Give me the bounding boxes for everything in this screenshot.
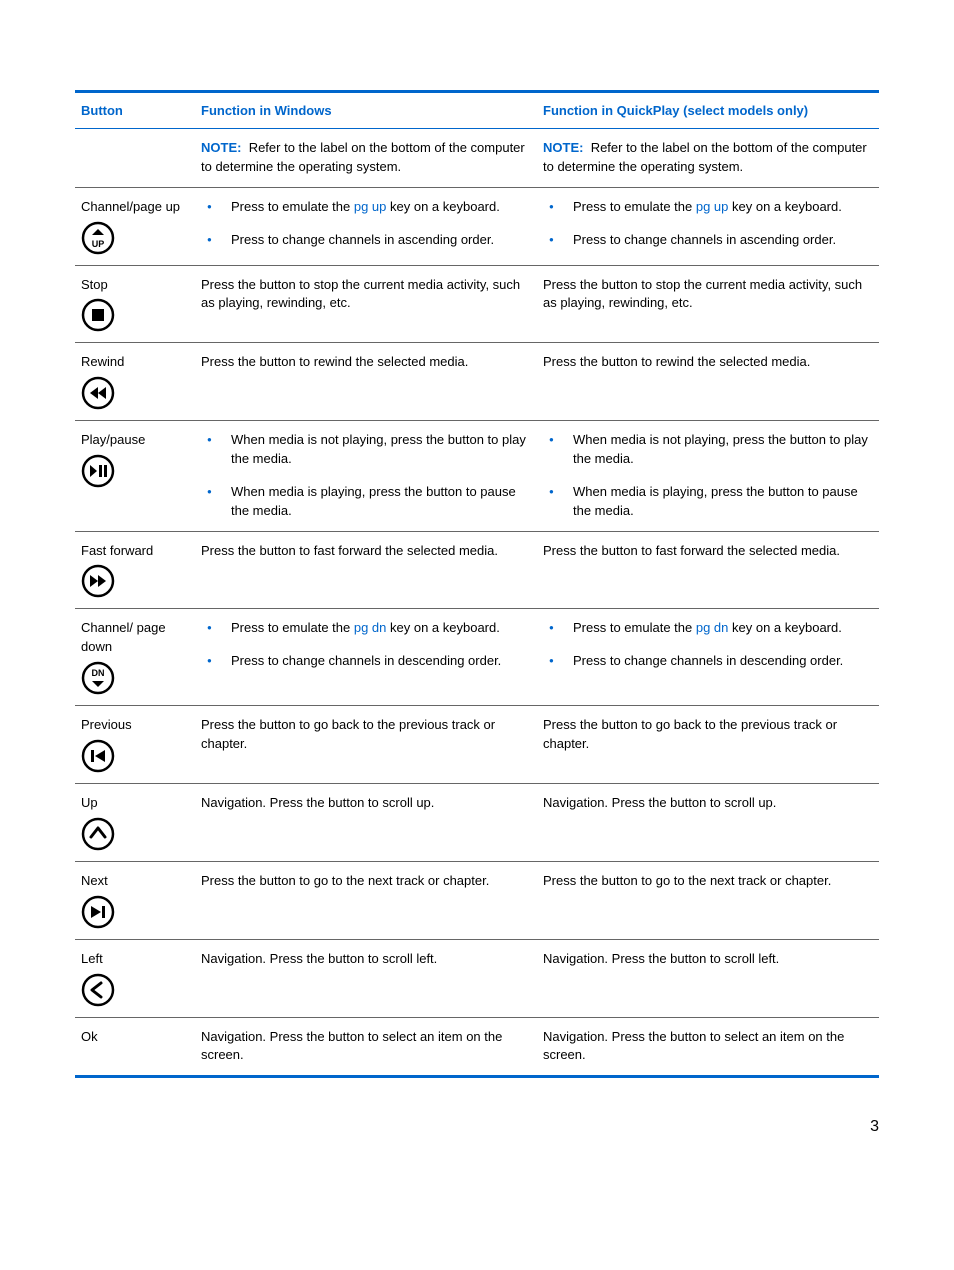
bullet-item: Press to change channels in descending o… bbox=[543, 652, 873, 671]
note-label: NOTE: bbox=[201, 140, 241, 155]
row-ok: Ok Navigation. Press the button to selec… bbox=[75, 1017, 879, 1077]
bullet-item: When media is playing, press the button … bbox=[543, 483, 873, 521]
header-windows: Function in Windows bbox=[195, 92, 537, 129]
channel-down-icon: DN bbox=[81, 661, 189, 695]
note-text: Refer to the label on the bottom of the … bbox=[201, 140, 525, 174]
cell-text: Press the button to rewind the selected … bbox=[195, 343, 537, 421]
button-label: Up bbox=[81, 794, 189, 813]
bullet-item: Press to emulate the pg dn key on a keyb… bbox=[543, 619, 873, 638]
bullet-item: When media is not playing, press the but… bbox=[201, 431, 531, 469]
bullet-item: When media is playing, press the button … bbox=[201, 483, 531, 521]
stop-icon bbox=[81, 298, 189, 332]
row-left: Left Navigation. Press the button to scr… bbox=[75, 939, 879, 1017]
header-button: Button bbox=[75, 92, 195, 129]
play-pause-icon bbox=[81, 454, 189, 488]
button-label: Play/pause bbox=[81, 431, 189, 450]
row-channel-down: Channel/ page down DN Press to emulate t… bbox=[75, 609, 879, 706]
button-label: Previous bbox=[81, 716, 189, 735]
bullet-item: Press to emulate the pg up key on a keyb… bbox=[543, 198, 873, 217]
cell-text: Press the button to go back to the previ… bbox=[195, 706, 537, 784]
cell-text: Press the button to stop the current med… bbox=[195, 265, 537, 343]
bullet-item: Press to emulate the pg dn key on a keyb… bbox=[201, 619, 531, 638]
cell-text: Navigation. Press the button to scroll u… bbox=[537, 783, 879, 861]
row-stop: Stop Press the button to stop the curren… bbox=[75, 265, 879, 343]
row-play-pause: Play/pause When media is not playing, pr… bbox=[75, 421, 879, 531]
row-previous: Previous Press the button to go back to … bbox=[75, 706, 879, 784]
fast-forward-icon bbox=[81, 564, 189, 598]
row-next: Next Press the button to go to the next … bbox=[75, 861, 879, 939]
svg-text:DN: DN bbox=[92, 668, 105, 678]
cell-text: Press the button to go back to the previ… bbox=[537, 706, 879, 784]
page-number: 3 bbox=[75, 1118, 879, 1136]
page-container: Button Function in Windows Function in Q… bbox=[0, 0, 954, 1176]
cell-text: Press the button to rewind the selected … bbox=[537, 343, 879, 421]
button-label: Channel/page up bbox=[81, 198, 189, 217]
cell-text: Press the button to go to the next track… bbox=[537, 861, 879, 939]
cell-text: Navigation. Press the button to select a… bbox=[195, 1017, 537, 1077]
row-channel-up: Channel/page up UP Press to emulate the … bbox=[75, 187, 879, 265]
bullet-item: Press to change channels in ascending or… bbox=[201, 231, 531, 250]
channel-up-icon: UP bbox=[81, 221, 189, 255]
button-label: Stop bbox=[81, 276, 189, 295]
row-up: Up Navigation. Press the button to scrol… bbox=[75, 783, 879, 861]
button-label: Left bbox=[81, 950, 189, 969]
button-label: Rewind bbox=[81, 353, 189, 372]
header-quickplay: Function in QuickPlay (select models onl… bbox=[537, 92, 879, 129]
note-label: NOTE: bbox=[543, 140, 583, 155]
note-row: NOTE: Refer to the label on the bottom o… bbox=[75, 129, 879, 188]
cell-text: Press the button to fast forward the sel… bbox=[537, 531, 879, 609]
next-icon bbox=[81, 895, 189, 929]
cell-text: Press the button to fast forward the sel… bbox=[195, 531, 537, 609]
bullet-item: When media is not playing, press the but… bbox=[543, 431, 873, 469]
cell-text: Press the button to go to the next track… bbox=[195, 861, 537, 939]
button-label: Next bbox=[81, 872, 189, 891]
row-fast-forward: Fast forward Press the button to fast fo… bbox=[75, 531, 879, 609]
note-text: Refer to the label on the bottom of the … bbox=[543, 140, 867, 174]
cell-text: Navigation. Press the button to select a… bbox=[537, 1017, 879, 1077]
previous-icon bbox=[81, 739, 189, 773]
cell-text: Navigation. Press the button to scroll l… bbox=[195, 939, 537, 1017]
bullet-item: Press to emulate the pg up key on a keyb… bbox=[201, 198, 531, 217]
rewind-icon bbox=[81, 376, 189, 410]
button-label: Ok bbox=[81, 1028, 189, 1047]
bullet-item: Press to change channels in descending o… bbox=[201, 652, 531, 671]
up-arrow-icon bbox=[81, 817, 189, 851]
button-label: Channel/ page down bbox=[81, 619, 189, 657]
cell-text: Press the button to stop the current med… bbox=[537, 265, 879, 343]
cell-text: Navigation. Press the button to scroll u… bbox=[195, 783, 537, 861]
left-arrow-icon bbox=[81, 973, 189, 1007]
svg-text:UP: UP bbox=[92, 239, 105, 249]
button-label: Fast forward bbox=[81, 542, 189, 561]
cell-text: Navigation. Press the button to scroll l… bbox=[537, 939, 879, 1017]
buttons-reference-table: Button Function in Windows Function in Q… bbox=[75, 90, 879, 1078]
bullet-item: Press to change channels in ascending or… bbox=[543, 231, 873, 250]
row-rewind: Rewind Press the button to rewind the se… bbox=[75, 343, 879, 421]
table-header-row: Button Function in Windows Function in Q… bbox=[75, 92, 879, 129]
